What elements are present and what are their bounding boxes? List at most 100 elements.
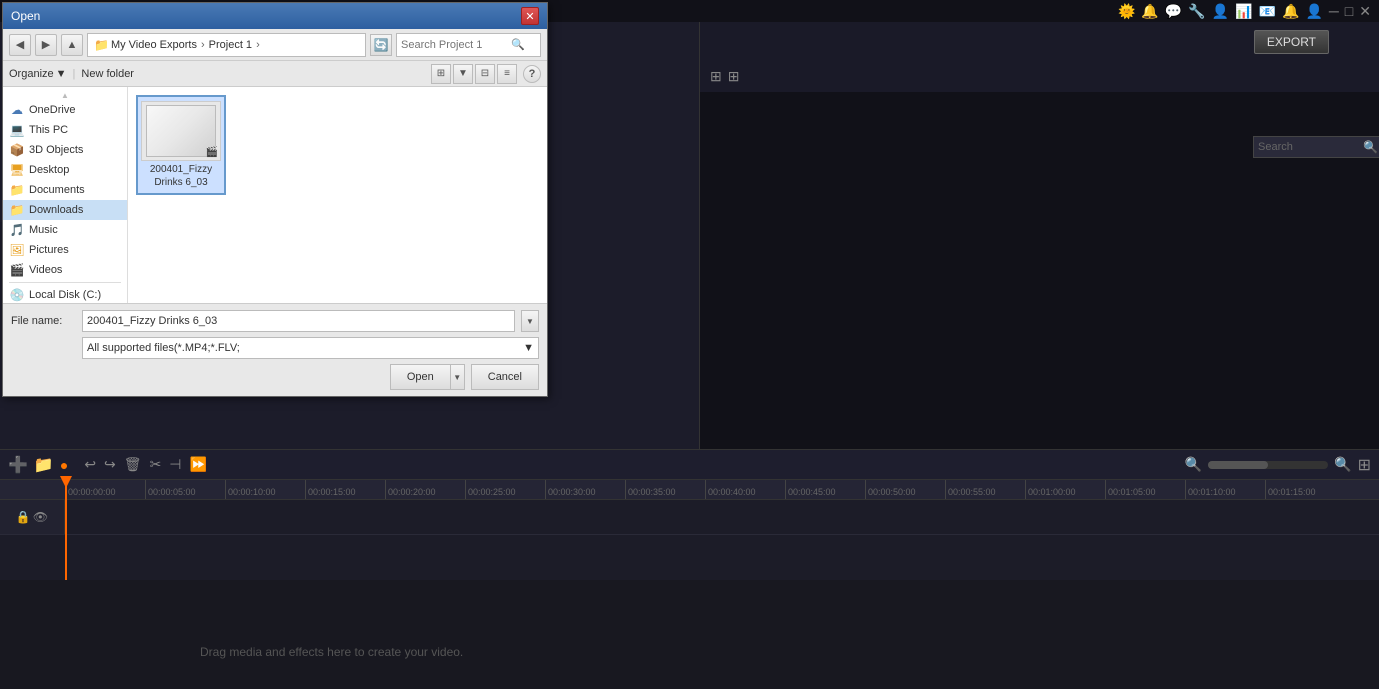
new-folder-button[interactable]: New folder [81, 68, 134, 80]
nav-item-pictures[interactable]: 🖼 Pictures [3, 240, 127, 260]
timeline-tool1[interactable]: ● [60, 457, 68, 473]
toolbar-separator: | [73, 68, 76, 80]
filetype-select[interactable]: All supported files(*.MP4;*.FLV; ▼ [82, 337, 539, 359]
nav-label-localdisk: Local Disk (C:) [29, 289, 101, 301]
filter-icon[interactable]: ⊞ [710, 68, 722, 85]
film-icon-0: 🎬 [206, 147, 218, 158]
bell-icon[interactable]: 🔔 [1141, 3, 1158, 20]
nav-item-onedrive[interactable]: ☁ OneDrive [3, 100, 127, 120]
nav-item-documents[interactable]: 📁 Documents [3, 180, 127, 200]
file-item-0[interactable]: 🎬 200401_FizzyDrinks 6_03 [136, 95, 226, 195]
mail-icon[interactable]: 📧 [1259, 3, 1276, 20]
ruler-mark-15: 00:01:15:00 [1265, 480, 1345, 499]
search-placeholder: Search [1258, 141, 1293, 153]
track-lock-icon[interactable]: 🔒 [16, 510, 31, 524]
export-button[interactable]: EXPORT [1254, 30, 1329, 54]
ruler-mark-9: 00:00:45:00 [785, 480, 865, 499]
filename-input[interactable] [82, 310, 515, 332]
timeline-area: ➕ 📁 ● ↩ ↪ 🗑 ✂ ⊣ ⏩ 🔍 🔍 ⊞ 00:00:00:00 00:0… [0, 449, 1379, 689]
breadcrumb-part2[interactable]: Project 1 [209, 39, 252, 51]
file-thumbnail-0: 🎬 [141, 101, 221, 161]
maximize-icon[interactable]: □ [1345, 3, 1353, 19]
undo-icon[interactable]: ↩ [84, 456, 96, 473]
timeline-needle[interactable] [65, 480, 67, 580]
profile-icon[interactable]: 👤 [1305, 3, 1322, 20]
onedrive-icon: ☁ [9, 103, 25, 117]
view-buttons: ⊞ ▼ ⊟ ≡ [431, 64, 517, 84]
dialog-files-area: 🎬 200401_FizzyDrinks 6_03 [128, 87, 547, 303]
videos-icon: 🎬 [9, 263, 25, 277]
thispc-icon: 💻 [9, 123, 25, 137]
nav-forward-button[interactable]: ▶ [35, 34, 57, 56]
organize-button[interactable]: Organize ▼ [9, 68, 67, 80]
nav-back-button[interactable]: ◀ [9, 34, 31, 56]
nav-item-videos[interactable]: 🎬 Videos [3, 260, 127, 280]
nav-label-onedrive: OneDrive [29, 104, 75, 116]
ruler-mark-12: 00:01:00:00 [1025, 480, 1105, 499]
ruler-mark-10: 00:00:50:00 [865, 480, 945, 499]
ruler-mark-13: 00:01:05:00 [1105, 480, 1185, 499]
refresh-button[interactable]: 🔄 [370, 34, 392, 56]
nav-item-music[interactable]: 🎵 Music [3, 220, 127, 240]
redo-icon[interactable]: ↪ [104, 456, 116, 473]
top-bar-icons: 🌞 🔔 💬 🔧 👤 📊 📧 🔔 👤 ─ □ ✕ [1118, 3, 1371, 20]
track-eye-icon[interactable]: 👁 [33, 510, 48, 524]
breadcrumb-part1[interactable]: My Video Exports [111, 39, 197, 51]
view-toggle-button[interactable]: ⊞ [431, 64, 451, 84]
chart-icon[interactable]: 📊 [1235, 3, 1252, 20]
open-dialog: Open ✕ ◀ ▶ ▲ 📁 My Video Exports › Projec… [2, 2, 548, 397]
nav-item-thispc[interactable]: 💻 This PC [3, 120, 127, 140]
grid-icon[interactable]: ⊞ [728, 68, 740, 85]
view-dropdown-button[interactable]: ▼ [453, 64, 473, 84]
filename-dropdown-button[interactable]: ▼ [521, 310, 539, 332]
open-dropdown-button[interactable]: ▼ [451, 364, 465, 390]
nav-item-3dobjects[interactable]: 📦 3D Objects [3, 140, 127, 160]
nav-item-downloads[interactable]: 📁 Downloads [3, 200, 127, 220]
minimize-icon[interactable]: ─ [1329, 3, 1339, 19]
open-button[interactable]: Open [390, 364, 451, 390]
pictures-icon: 🖼 [9, 243, 25, 257]
cancel-button[interactable]: Cancel [471, 364, 539, 390]
notification-icon[interactable]: 🔔 [1282, 3, 1299, 20]
cut-icon[interactable]: ✂ [150, 456, 162, 473]
ruler-mark-1: 00:00:05:00 [145, 480, 225, 499]
nav-divider [9, 282, 121, 283]
view-list-button[interactable]: ≡ [497, 64, 517, 84]
buttons-row: Open ▼ Cancel [11, 364, 539, 390]
3dobjects-icon: 📦 [9, 143, 25, 157]
user-icon[interactable]: 👤 [1212, 3, 1229, 20]
speed-icon[interactable]: ⏩ [190, 456, 207, 473]
dialog-search-icon[interactable]: 🔍 [511, 38, 525, 51]
zoom-out-icon[interactable]: 🔍 [1185, 456, 1202, 473]
settings-icon[interactable]: 🔧 [1188, 3, 1205, 20]
delete-icon[interactable]: 🗑 [124, 456, 142, 473]
nav-label-desktop: Desktop [29, 164, 69, 176]
help-button[interactable]: ? [523, 65, 541, 83]
chat-icon[interactable]: 💬 [1165, 3, 1182, 20]
nav-label-pictures: Pictures [29, 244, 69, 256]
nav-item-localdisk[interactable]: 💿 Local Disk (C:) [3, 285, 127, 303]
search-icon[interactable]: 🔍 [1363, 140, 1378, 154]
sun-icon[interactable]: 🌞 [1118, 3, 1135, 20]
dialog-search-input[interactable] [401, 39, 511, 51]
ruler-mark-0: 00:00:00:00 [65, 480, 145, 499]
search-bar[interactable]: Search 🔍 [1253, 136, 1379, 158]
zoom-in-icon[interactable]: 🔍 [1334, 456, 1351, 473]
add-track-icon[interactable]: ➕ [8, 455, 28, 475]
fit-icon[interactable]: ⊞ [1358, 455, 1371, 475]
add-folder-icon[interactable]: 📁 [34, 455, 54, 475]
dialog-close-button[interactable]: ✕ [521, 7, 539, 25]
filetype-row: All supported files(*.MP4;*.FLV; ▼ [11, 337, 539, 359]
scroll-up-indicator[interactable]: ▲ [3, 91, 127, 100]
breadcrumb-arrow1: › [201, 39, 205, 51]
localdisk-icon: 💿 [9, 288, 25, 302]
close-icon[interactable]: ✕ [1359, 3, 1371, 20]
nav-up-button[interactable]: ▲ [61, 34, 83, 56]
documents-icon: 📁 [9, 183, 25, 197]
nav-item-desktop[interactable]: 🖥 Desktop [3, 160, 127, 180]
ruler-mark-8: 00:00:40:00 [705, 480, 785, 499]
view-grid-button[interactable]: ⊟ [475, 64, 495, 84]
nav-label-videos: Videos [29, 264, 62, 276]
dialog-bottom: File name: ▼ All supported files(*.MP4;*… [3, 303, 547, 396]
split-icon[interactable]: ⊣ [169, 456, 181, 473]
